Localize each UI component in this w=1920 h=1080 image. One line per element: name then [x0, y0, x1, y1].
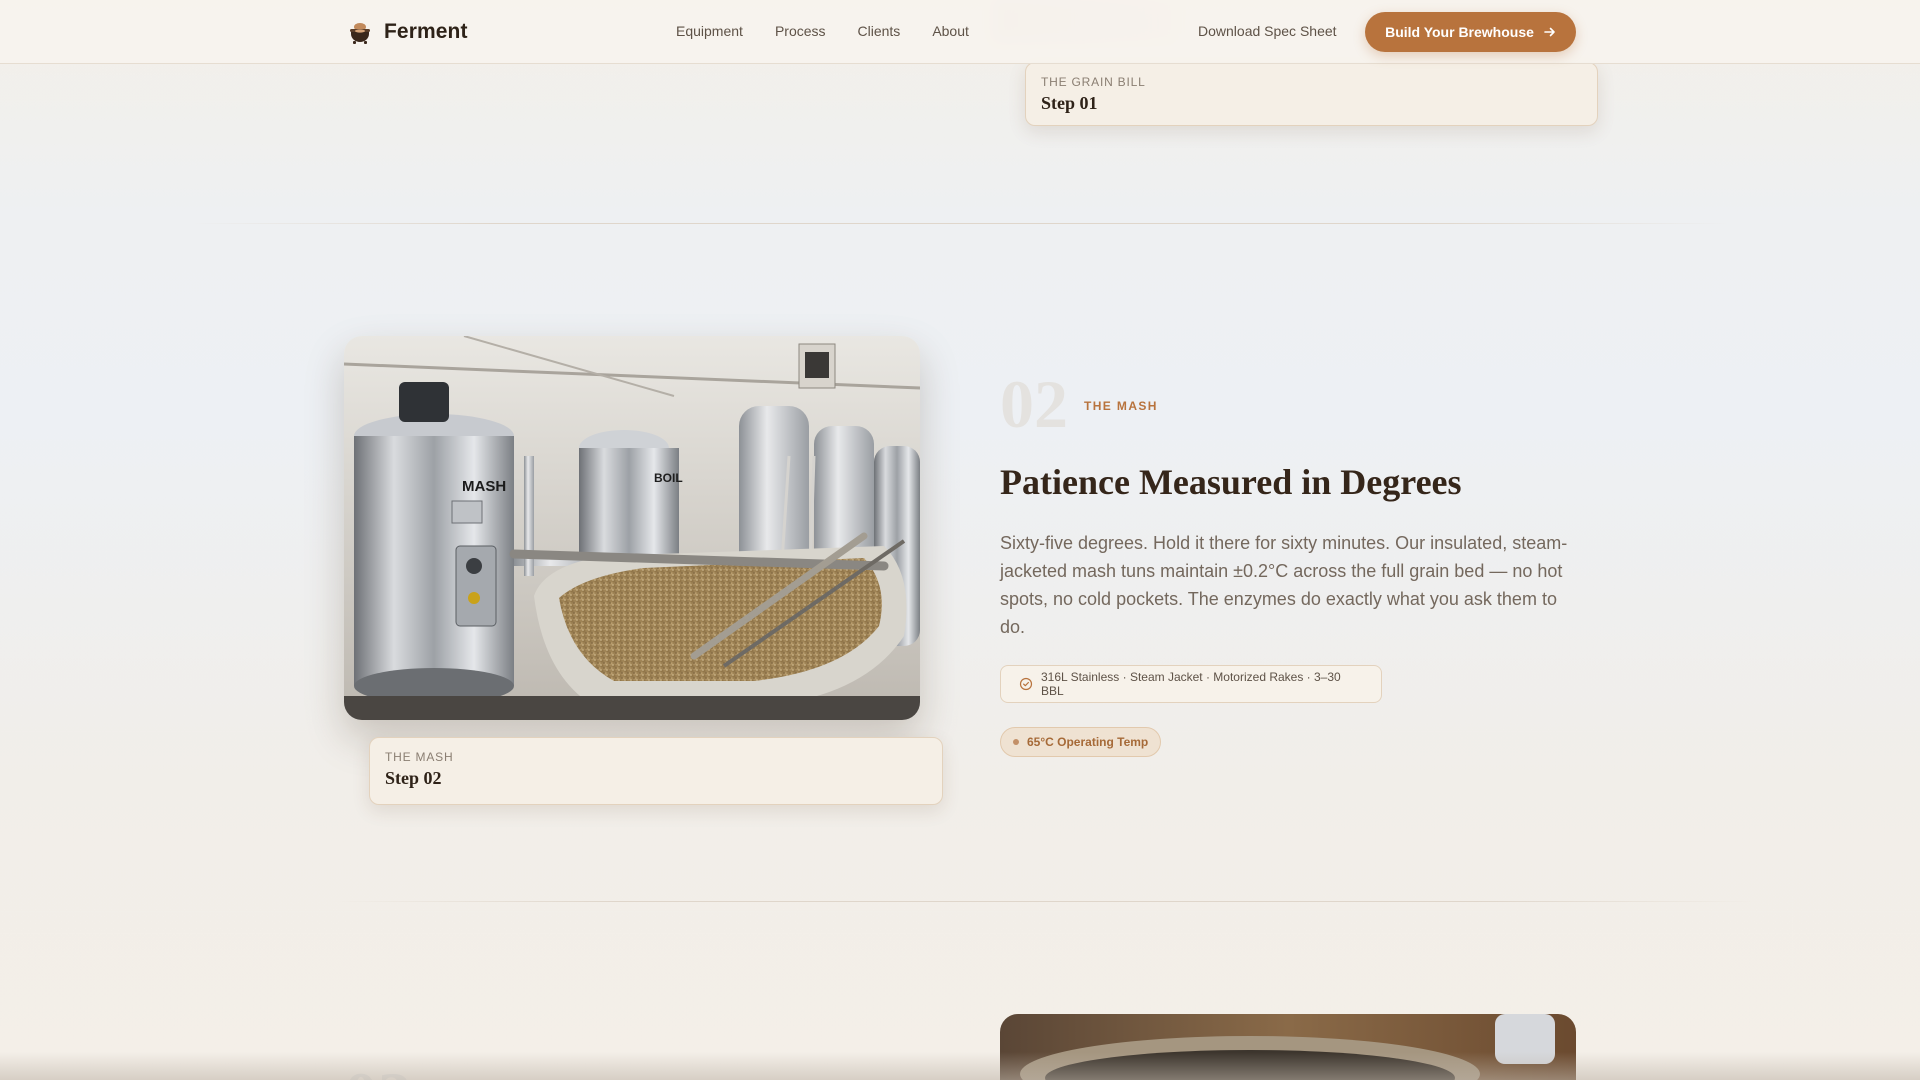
operating-temp-badge: 65°C Operating Temp [1000, 727, 1162, 757]
cta-label: Build Your Brewhouse [1385, 24, 1534, 40]
step-02-eyebrow: THE MASH [385, 750, 454, 764]
step-description: Sixty-five degrees. Hold it there for si… [1000, 533, 1568, 637]
spec-chip: 316L Stainless · Steam Jacket · Motorize… [1000, 665, 1382, 703]
nav-link-about[interactable]: About [932, 23, 969, 39]
section-divider [190, 223, 1730, 224]
status-dot-icon [1013, 739, 1019, 745]
main-menu: Equipment Process Clients About [676, 23, 969, 39]
arrow-right-icon [1544, 27, 1555, 37]
step-02-title: Step 02 [385, 768, 442, 788]
step-heading: Patience Measured in Degrees [1000, 462, 1462, 502]
temp-badge-label: 65°C Operating Temp [1027, 735, 1149, 749]
boil-label: BOIL [654, 471, 683, 485]
step-01-title: Step 01 [1041, 93, 1098, 113]
bottom-fade [0, 1052, 1920, 1080]
step-kicker: THE MASH [1084, 399, 1158, 413]
check-circle-icon [1019, 677, 1033, 691]
nav-link-clients[interactable]: Clients [858, 23, 901, 39]
download-spec-sheet-link[interactable]: Download Spec Sheet [1198, 23, 1337, 39]
cauldron-icon [350, 23, 370, 44]
brand-logo[interactable]: Ferment [346, 18, 468, 46]
nav-link-process[interactable]: Process [775, 23, 826, 39]
spec-text: 316L Stainless · Steam Jacket · Motorize… [1041, 670, 1341, 698]
step-01-card: THE GRAIN BILL Step 01 [1025, 62, 1598, 126]
brand-name: Ferment [384, 20, 468, 43]
top-navigation: Ferment Equipment Process Clients About … [0, 0, 1920, 64]
section-divider [330, 901, 1760, 902]
step-number: 02 [1000, 366, 1068, 442]
step-01-eyebrow: THE GRAIN BILL [1041, 75, 1146, 89]
step-02-card: THE MASH Step 02 [369, 737, 943, 805]
mash-tun-photo: BOIL MASH [344, 336, 920, 720]
nav-link-equipment[interactable]: Equipment [676, 23, 743, 39]
build-your-brewhouse-button[interactable]: Build Your Brewhouse [1365, 12, 1576, 52]
mash-label: MASH [462, 478, 506, 495]
